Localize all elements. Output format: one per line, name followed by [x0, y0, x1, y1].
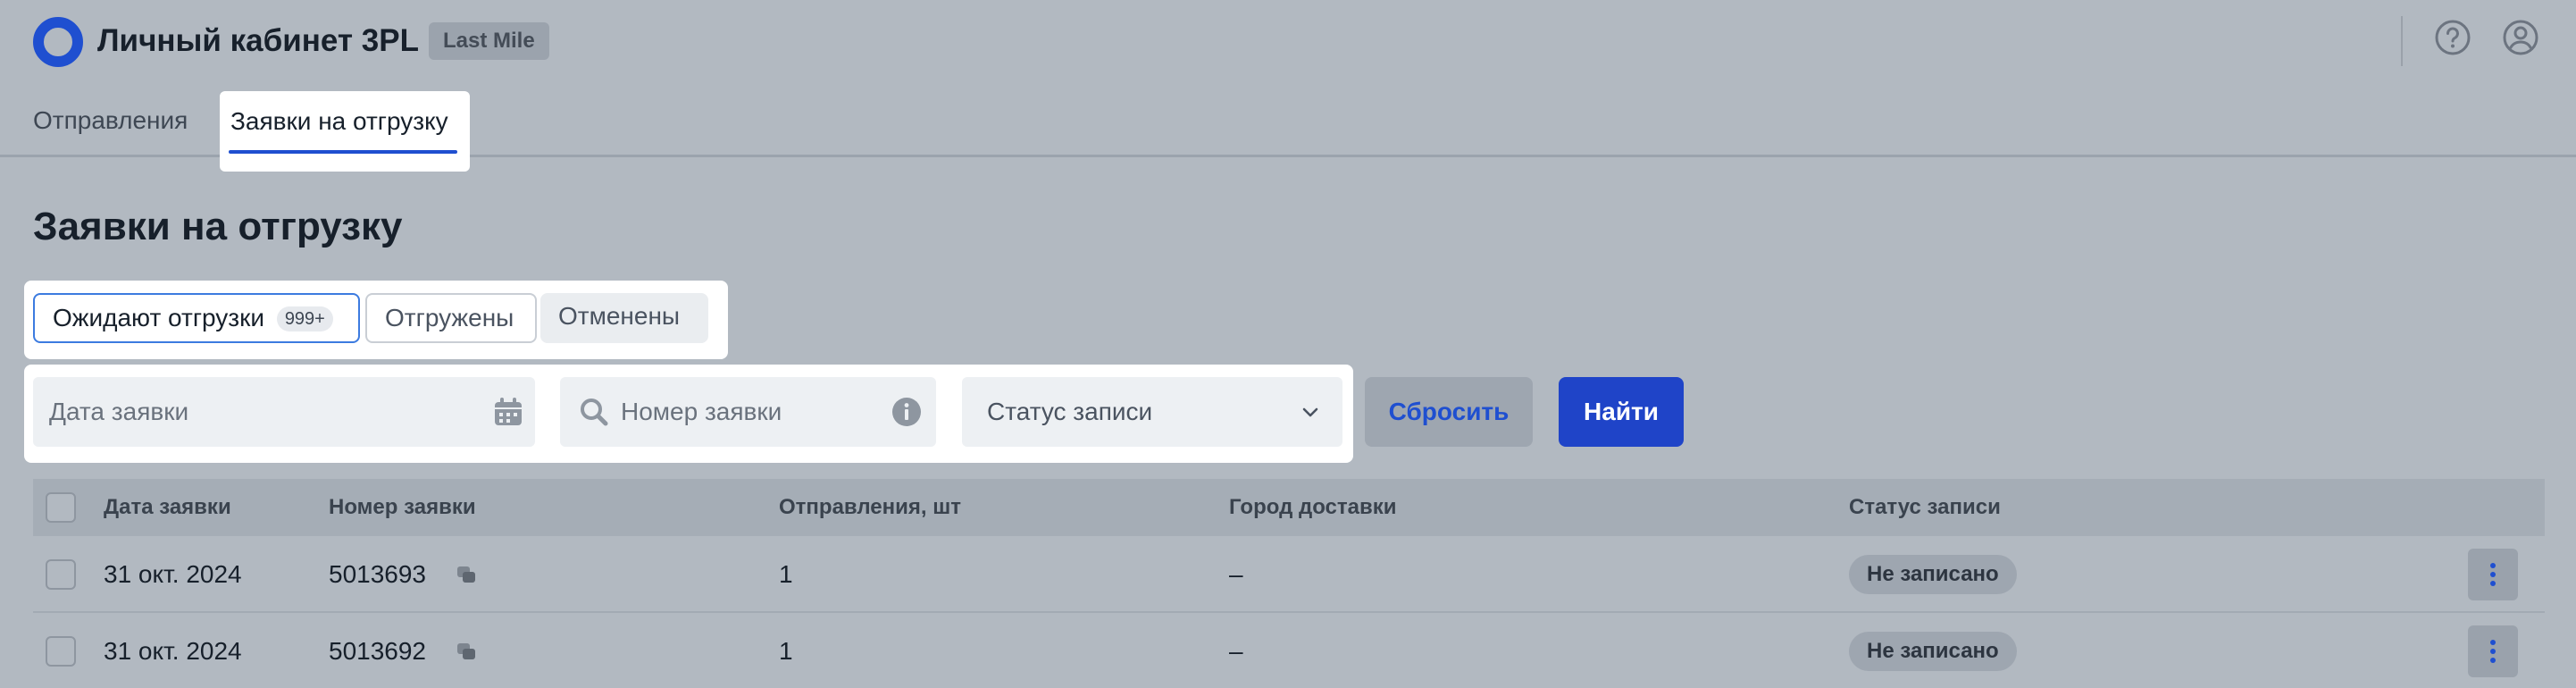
active-tab-indicator — [229, 150, 457, 154]
search-icon — [581, 399, 608, 426]
segment-awaiting-label: Ожидают отгрузки — [53, 304, 265, 331]
row-date: 31 окт. 2024 — [104, 560, 242, 588]
help-circle-icon[interactable] — [2433, 18, 2472, 57]
row-number[interactable]: 5013693 — [329, 536, 426, 613]
header-divider — [2401, 16, 2403, 66]
reset-button[interactable]: Сбросить — [1365, 377, 1533, 447]
nav-tabs: Отправления Заявки на отгрузку — [0, 91, 2576, 172]
column-header-date: Дата заявки — [104, 495, 231, 519]
tab-shipment-requests-label: Заявки на отгрузку — [230, 107, 448, 135]
status-badge: Не записано — [1849, 632, 2017, 671]
copy-icon[interactable] — [457, 566, 477, 584]
app-badge: Last Mile — [429, 22, 549, 60]
date-filter-field[interactable]: Дата заявки — [33, 377, 535, 447]
copy-icon[interactable] — [457, 643, 477, 661]
status-segments: Ожидают отгрузки 999+ Отгружены Отменены — [24, 281, 728, 359]
row-shipments: 1 — [779, 560, 793, 588]
find-button[interactable]: Найти — [1559, 377, 1684, 447]
row-checkbox[interactable] — [46, 636, 76, 667]
date-filter-placeholder: Дата заявки — [49, 398, 189, 425]
user-circle-icon[interactable] — [2501, 18, 2540, 57]
segment-shipped[interactable]: Отгружены — [365, 293, 537, 343]
segment-awaiting[interactable]: Ожидают отгрузки 999+ — [33, 293, 360, 343]
app-title: Личный кабинет 3PL — [97, 23, 419, 58]
table-header: Дата заявки Номер заявки Отправления, шт… — [33, 479, 2545, 536]
request-number-field[interactable]: Номер заявки — [560, 377, 936, 447]
logo-icon — [33, 17, 83, 67]
column-header-status: Статус записи — [1849, 495, 2001, 519]
page-title: Заявки на отгрузку — [33, 205, 403, 248]
top-bar: Личный кабинет 3PL Last Mile — [0, 0, 2576, 82]
filter-panel: Дата заявки Номер заявки Статус записи — [24, 365, 1353, 463]
row-actions-button[interactable] — [2468, 625, 2518, 677]
row-city: – — [1229, 560, 1243, 588]
row-date: 31 окт. 2024 — [104, 637, 242, 665]
record-status-placeholder: Статус записи — [987, 398, 1153, 425]
calendar-icon[interactable] — [492, 396, 524, 428]
status-badge: Не записано — [1849, 555, 2017, 594]
table-row[interactable]: 31 окт. 2024 5013692 1 – Не записано — [33, 613, 2545, 688]
row-checkbox[interactable] — [46, 559, 76, 590]
row-actions-button[interactable] — [2468, 549, 2518, 600]
request-number-placeholder: Номер заявки — [621, 398, 782, 425]
column-header-shipments: Отправления, шт — [779, 495, 961, 519]
row-shipments: 1 — [779, 637, 793, 665]
table-row[interactable]: 31 окт. 2024 5013693 1 – Не записано — [33, 536, 2545, 613]
row-number[interactable]: 5013692 — [329, 613, 426, 688]
tab-shipments[interactable]: Отправления — [33, 93, 188, 157]
column-header-city: Город доставки — [1229, 495, 1397, 519]
tab-shipment-requests[interactable]: Заявки на отгрузку — [220, 91, 470, 172]
row-city: – — [1229, 637, 1243, 665]
info-icon[interactable] — [891, 396, 923, 428]
record-status-select[interactable]: Статус записи — [962, 377, 1342, 447]
column-header-number: Номер заявки — [329, 495, 476, 519]
segment-cancelled[interactable]: Отменены — [540, 293, 708, 343]
chevron-down-icon — [1302, 407, 1318, 417]
select-all-checkbox[interactable] — [46, 492, 76, 523]
segment-awaiting-count: 999+ — [276, 306, 333, 331]
